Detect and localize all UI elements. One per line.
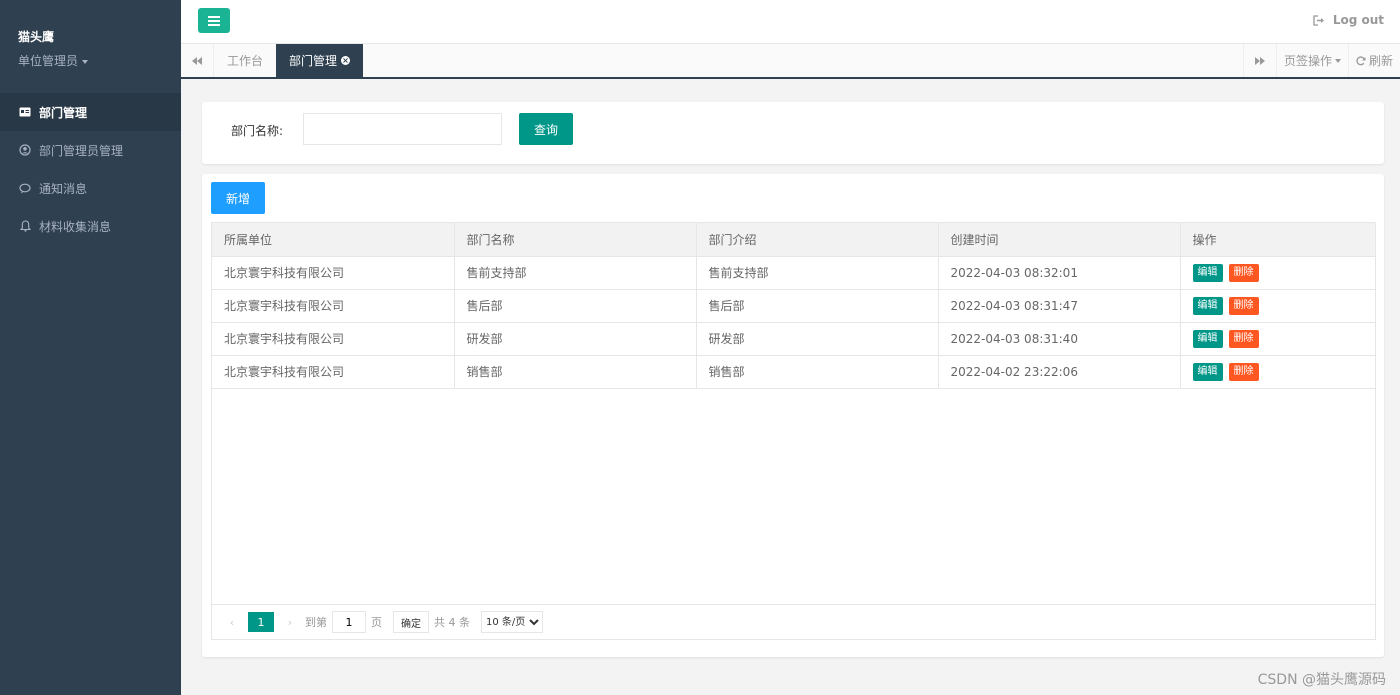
menu-toggle-button[interactable] — [198, 8, 230, 33]
goto-label: 到第 — [305, 616, 327, 629]
dept-name-label: 部门名称: — [231, 124, 284, 138]
edit-button[interactable]: 编辑 — [1192, 263, 1223, 282]
bell-icon — [18, 220, 32, 232]
tab-workbench[interactable]: 工作台 — [214, 44, 276, 77]
cell-unit: 北京寰宇科技有限公司 — [212, 289, 455, 323]
tabs-scroll-left-button[interactable] — [181, 44, 214, 77]
prev-page-icon[interactable]: ‹ — [222, 616, 242, 629]
tabs-scroll-right-button[interactable] — [1242, 44, 1276, 77]
dept-table: 所属单位 部门名称 部门介绍 创建时间 操作 北京寰宇科技有限公司 售前支持部 … — [212, 223, 1375, 389]
comment-icon — [18, 183, 32, 194]
tab-operations-label: 页签操作 — [1283, 54, 1332, 68]
close-tab-icon[interactable]: × — [341, 56, 351, 65]
sidebar-item-dept-admin[interactable]: 部门管理员管理 — [0, 131, 181, 169]
dept-name-search-input[interactable] — [303, 113, 502, 145]
hamburger-icon — [208, 15, 220, 26]
caret-down-icon — [1334, 58, 1341, 63]
page-unit-label: 页 — [371, 616, 382, 629]
cell-dept-intro: 售后部 — [696, 289, 939, 323]
add-button[interactable]: 新增 — [211, 182, 265, 214]
backward-icon — [192, 56, 202, 65]
page-tabs-bar: 工作台 部门管理 × 页签操作 刷新 — [181, 44, 1400, 79]
sidebar-item-dept-manage[interactable]: 部门管理 — [0, 93, 181, 131]
sidebar-item-notice[interactable]: 通知消息 — [0, 169, 181, 207]
cell-actions: 编辑 删除 — [1180, 256, 1375, 290]
delete-button[interactable]: 删除 — [1228, 263, 1259, 282]
tab-label: 工作台 — [227, 54, 264, 68]
column-header-actions: 操作 — [1180, 223, 1375, 257]
next-page-icon[interactable]: › — [280, 616, 300, 629]
tabs-right-tools: 页签操作 刷新 — [1242, 44, 1400, 77]
cell-unit: 北京寰宇科技有限公司 — [212, 355, 455, 389]
sidebar-item-label: 部门管理员管理 — [39, 143, 124, 158]
column-header-dept-name: 部门名称 — [454, 223, 697, 257]
page-tabs: 工作台 部门管理 × — [214, 44, 364, 77]
forward-icon — [1254, 56, 1265, 65]
cell-dept-name: 售前支持部 — [454, 256, 697, 290]
logout-button[interactable]: Log out — [1313, 13, 1384, 27]
cell-created-time: 2022-04-03 08:32:01 — [938, 256, 1181, 290]
sign-out-icon — [1313, 14, 1325, 26]
cell-dept-intro: 售前支持部 — [696, 256, 939, 290]
refresh-icon — [1356, 55, 1366, 65]
sidebar: 猫头鹰 单位管理员 部门管理 部门管理员管理 通知消息 材料收集消息 — [0, 0, 181, 695]
watermark-text: CSDN @猫头鹰源码 — [1257, 672, 1386, 688]
cell-unit: 北京寰宇科技有限公司 — [212, 322, 455, 356]
cell-unit: 北京寰宇科技有限公司 — [212, 256, 455, 290]
sidebar-item-label: 材料收集消息 — [39, 219, 112, 234]
table-row: 北京寰宇科技有限公司 研发部 研发部 2022-04-03 08:31:40 编… — [212, 322, 1375, 356]
cell-created-time: 2022-04-03 08:31:40 — [938, 322, 1181, 356]
user-role-label: 单位管理员 — [18, 54, 79, 68]
data-table-container: 所属单位 部门名称 部门介绍 创建时间 操作 北京寰宇科技有限公司 售前支持部 … — [211, 222, 1376, 640]
edit-button[interactable]: 编辑 — [1192, 296, 1223, 315]
goto-confirm-button[interactable]: 确定 — [393, 611, 429, 633]
search-panel: 部门名称: 查询 — [202, 102, 1384, 164]
total-count: 共 4 条 — [434, 616, 470, 629]
edit-button[interactable]: 编辑 — [1192, 362, 1223, 381]
tab-operations-dropdown[interactable]: 页签操作 — [1275, 44, 1348, 77]
table-row: 北京寰宇科技有限公司 售后部 售后部 2022-04-03 08:31:47 编… — [212, 289, 1375, 323]
cell-created-time: 2022-04-02 23:22:06 — [938, 355, 1181, 389]
page-number-current[interactable]: 1 — [248, 612, 274, 632]
delete-button[interactable]: 删除 — [1228, 362, 1259, 381]
logout-label: Log out — [1332, 13, 1384, 27]
refresh-label: 刷新 — [1368, 54, 1393, 68]
sidebar-item-label: 通知消息 — [39, 181, 88, 196]
tab-label: 部门管理 — [289, 54, 338, 68]
cell-actions: 编辑 删除 — [1180, 289, 1375, 323]
goto-page-input[interactable] — [332, 611, 366, 633]
column-header-dept-intro: 部门介绍 — [696, 223, 939, 257]
user-circle-icon — [18, 144, 32, 156]
sidebar-item-material[interactable]: 材料收集消息 — [0, 207, 181, 245]
table-row: 北京寰宇科技有限公司 销售部 销售部 2022-04-02 23:22:06 编… — [212, 355, 1375, 389]
search-button[interactable]: 查询 — [519, 113, 573, 145]
user-name: 猫头鹰 — [18, 30, 55, 44]
column-header-unit: 所属单位 — [212, 223, 455, 257]
cell-dept-name: 销售部 — [454, 355, 697, 389]
id-card-icon — [18, 107, 32, 117]
cell-dept-name: 研发部 — [454, 322, 697, 356]
pagination: ‹ 1 › 到第 页 确定 共 4 条 10 条/页 — [212, 604, 1375, 639]
top-navbar: Log out — [181, 0, 1400, 44]
sidebar-item-label: 部门管理 — [39, 105, 88, 120]
user-role-dropdown[interactable]: 单位管理员 — [18, 52, 89, 69]
sidebar-nav: 部门管理 部门管理员管理 通知消息 材料收集消息 — [0, 93, 181, 245]
cell-actions: 编辑 删除 — [1180, 355, 1375, 389]
page-size-select[interactable]: 10 条/页 — [481, 611, 543, 633]
delete-button[interactable]: 删除 — [1228, 329, 1259, 348]
table-header-row: 所属单位 部门名称 部门介绍 创建时间 操作 — [212, 223, 1375, 257]
tab-dept-manage[interactable]: 部门管理 × — [276, 44, 364, 77]
cell-created-time: 2022-04-03 08:31:47 — [938, 289, 1181, 323]
table-panel: 新增 所属单位 部门名称 部门介绍 创建时间 操作 北京寰宇科技有限公司 售前支… — [202, 174, 1384, 657]
edit-button[interactable]: 编辑 — [1192, 329, 1223, 348]
caret-down-icon — [82, 59, 89, 64]
column-header-created-time: 创建时间 — [938, 223, 1181, 257]
refresh-button[interactable]: 刷新 — [1347, 44, 1400, 77]
delete-button[interactable]: 删除 — [1228, 296, 1259, 315]
cell-dept-name: 售后部 — [454, 289, 697, 323]
cell-dept-intro: 研发部 — [696, 322, 939, 356]
cell-actions: 编辑 删除 — [1180, 322, 1375, 356]
cell-dept-intro: 销售部 — [696, 355, 939, 389]
table-row: 北京寰宇科技有限公司 售前支持部 售前支持部 2022-04-03 08:32:… — [212, 256, 1375, 290]
